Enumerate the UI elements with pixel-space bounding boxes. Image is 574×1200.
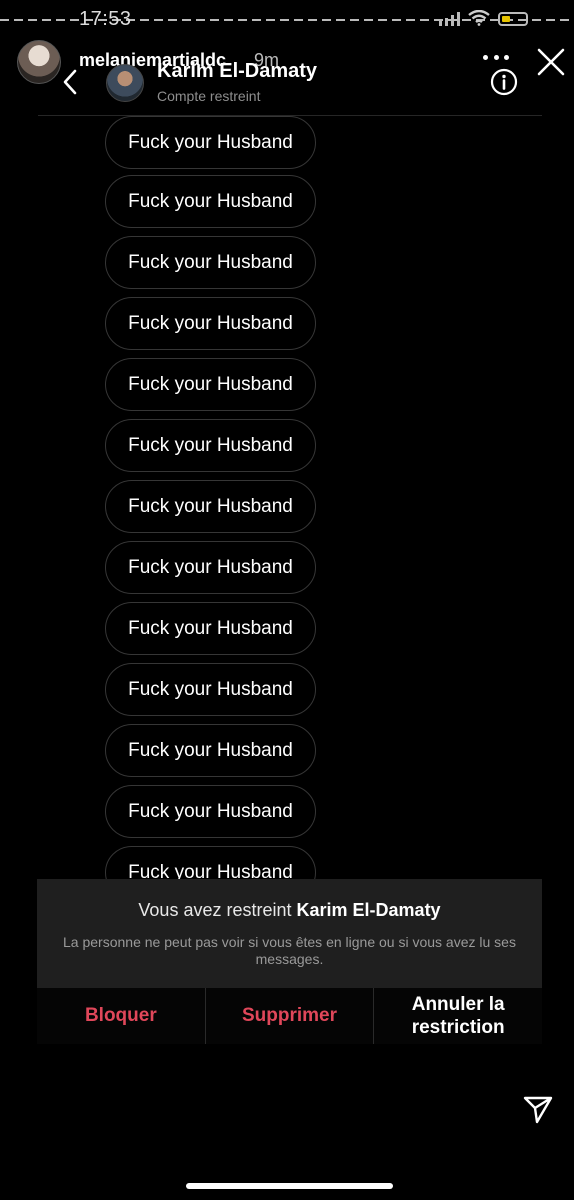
- message-bubble[interactable]: Fuck your Husband: [105, 175, 316, 228]
- message-bubble[interactable]: Fuck your Husband: [105, 358, 316, 411]
- dm-contact-status: Compte restreint: [157, 88, 261, 104]
- message-bubble[interactable]: Fuck your Husband: [105, 297, 316, 350]
- block-button[interactable]: Bloquer: [37, 988, 205, 1044]
- message-bubble[interactable]: Fuck your Husband: [105, 541, 316, 594]
- battery-icon: [498, 12, 528, 26]
- restriction-description: La personne ne peut pas voir si vous ête…: [63, 934, 516, 967]
- message-bubble[interactable]: Fuck your Husband: [105, 602, 316, 655]
- signal-icon: [439, 12, 460, 26]
- message-list[interactable]: Fuck your Husband Fuck your Husband Fuck…: [0, 116, 574, 879]
- message-bubble[interactable]: Fuck your Husband: [105, 785, 316, 838]
- story-avatar[interactable]: [17, 40, 61, 84]
- status-time: 17:53: [79, 8, 132, 30]
- unrestrict-button[interactable]: Annuler la restriction: [373, 988, 542, 1044]
- restriction-title-name: Karim El-Damaty: [296, 900, 441, 920]
- restriction-title: Vous avez restreint Karim El-Damaty: [37, 900, 542, 921]
- home-indicator[interactable]: [186, 1183, 393, 1189]
- restriction-title-prefix: Vous avez restreint: [138, 900, 292, 920]
- message-bubble[interactable]: Fuck your Husband: [105, 236, 316, 289]
- status-icons: [439, 10, 528, 26]
- info-icon[interactable]: [490, 68, 518, 96]
- restriction-actions: Bloquer Supprimer Annuler la restriction: [37, 988, 542, 1044]
- dm-avatar[interactable]: [106, 64, 144, 102]
- back-icon[interactable]: [60, 68, 80, 96]
- close-icon[interactable]: [536, 47, 566, 77]
- message-bubble[interactable]: Fuck your Husband: [105, 116, 316, 169]
- dm-contact-name[interactable]: Karim El-Damaty: [157, 60, 317, 83]
- delete-button[interactable]: Supprimer: [204, 988, 374, 1044]
- message-bubble[interactable]: Fuck your Husband: [105, 419, 316, 472]
- wifi-icon: [468, 10, 490, 26]
- send-icon[interactable]: [522, 1095, 554, 1125]
- more-icon[interactable]: [483, 55, 509, 63]
- restriction-notice: Vous avez restreint Karim El-Damaty La p…: [37, 879, 542, 988]
- message-bubble[interactable]: Fuck your Husband: [105, 480, 316, 533]
- message-bubble[interactable]: Fuck your Husband: [105, 724, 316, 777]
- message-bubble[interactable]: Fuck your Husband: [105, 846, 316, 879]
- message-bubble[interactable]: Fuck your Husband: [105, 663, 316, 716]
